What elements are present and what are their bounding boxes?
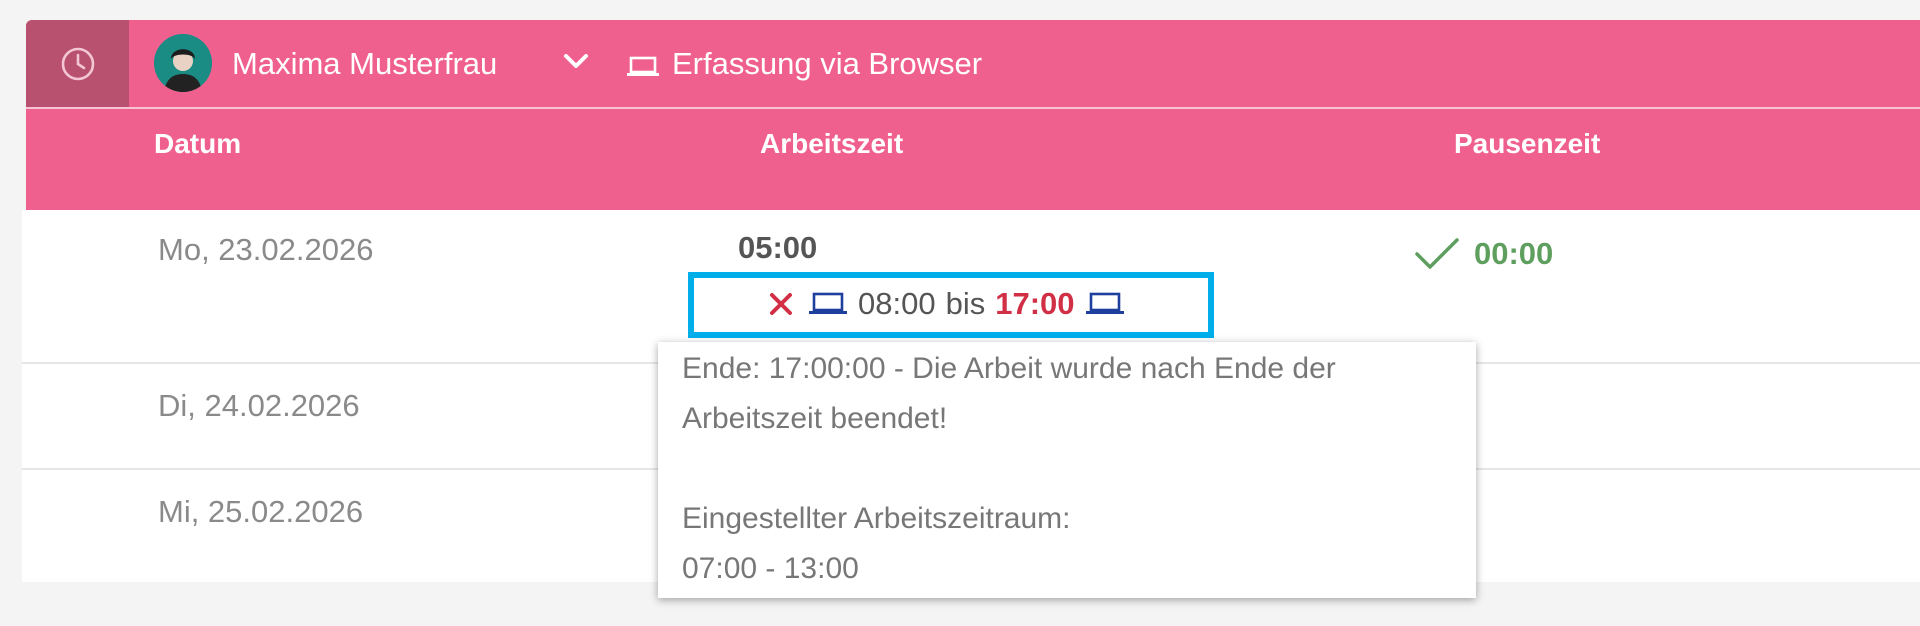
column-header-date[interactable]: Datum (154, 128, 241, 160)
tooltip-line: 07:00 - 13:00 (682, 552, 859, 585)
row-date: Di, 24.02.2026 (158, 388, 360, 423)
time-tracking-panel: Maxima Musterfrau Erfassung via Browser (26, 20, 1920, 210)
tooltip-line: Eingestellter Arbeitszeitraum: (682, 502, 1071, 535)
column-header-worktime[interactable]: Arbeitszeit (760, 128, 903, 160)
capture-mode-label: Erfassung via Browser (672, 46, 983, 81)
top-bar: Maxima Musterfrau Erfassung via Browser (26, 20, 1920, 107)
check-icon (1415, 238, 1459, 269)
user-name[interactable]: Maxima Musterfrau (232, 46, 497, 82)
tooltip-line: Arbeitszeit beendet! (682, 402, 948, 435)
laptop-icon (627, 56, 659, 76)
avatar[interactable] (154, 34, 212, 92)
row-date: Mo, 23.02.2026 (158, 232, 374, 267)
chevron-down-icon[interactable] (562, 50, 590, 74)
tooltip-line: Ende: 17:00:00 - Die Arbeit wurde nach E… (682, 352, 1336, 385)
column-header-pausetime[interactable]: Pausenzeit (1454, 128, 1600, 160)
tooltip: Ende: 17:00:00 - Die Arbeit wurde nach E… (658, 342, 1476, 598)
clock-button[interactable] (26, 20, 129, 107)
work-total: 05:00 (738, 230, 818, 265)
pause-value: 00:00 (1474, 236, 1554, 271)
entry-highlight-box (688, 272, 1214, 338)
pause-cell: 00:00 (1414, 236, 1553, 272)
row-date: Mi, 25.02.2026 (158, 494, 364, 529)
clock-icon (61, 47, 94, 80)
header-divider (26, 107, 1920, 109)
